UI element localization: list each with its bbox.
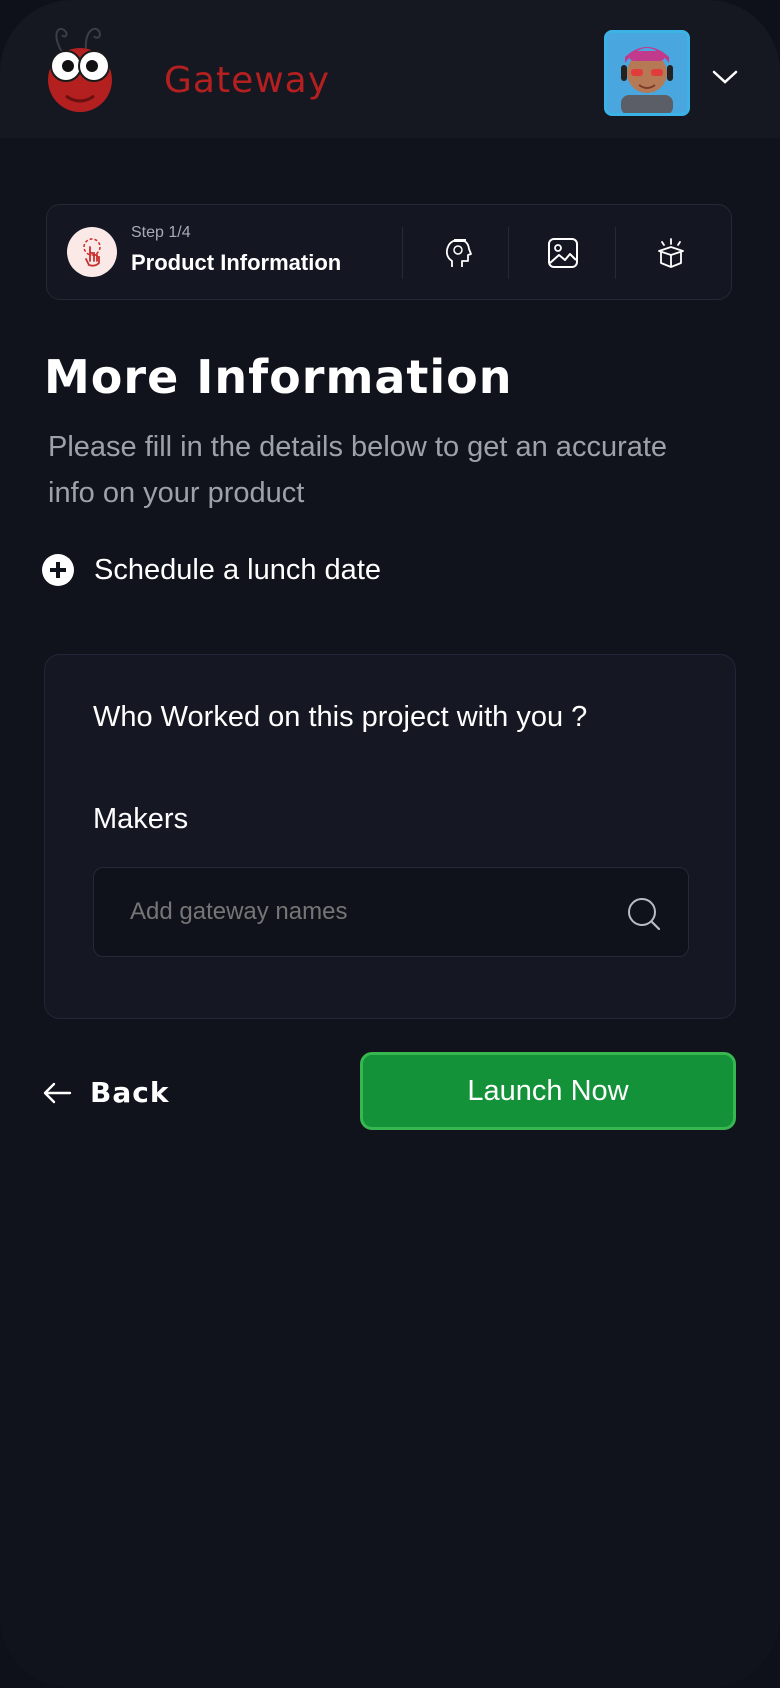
gateway-logo[interactable]: Gateway: [40, 22, 329, 118]
divider: [615, 227, 616, 279]
ant-mascot-icon: [48, 27, 112, 112]
touch-icon[interactable]: [67, 227, 117, 277]
page-title: More Information: [44, 350, 513, 404]
image-icon[interactable]: [545, 235, 581, 271]
makers-input[interactable]: [130, 898, 610, 926]
makers-label: Makers: [93, 803, 189, 835]
package-icon[interactable]: [653, 235, 689, 271]
divider: [402, 227, 403, 279]
user-avatar[interactable]: [604, 30, 690, 116]
current-step-title: Product Information: [131, 250, 342, 275]
page-subtitle: Please fill in the details below to get …: [48, 431, 668, 509]
plus-circle-icon: [42, 554, 74, 586]
step-counter: Step 1/4: [131, 224, 191, 241]
collaborators-card: Who Worked on this project with you ? Ma…: [44, 654, 736, 1019]
arrow-left-icon: [43, 1082, 72, 1103]
collaborators-question: Who Worked on this project with you ?: [93, 701, 588, 733]
search-icon[interactable]: [626, 896, 662, 932]
brand-name: Gateway: [164, 60, 331, 101]
chevron-down-icon[interactable]: [710, 62, 740, 92]
schedule-lunch-button[interactable]: Schedule a lunch date: [42, 552, 381, 588]
progress-stepper: Step 1/4 Product Information: [46, 204, 732, 300]
mind-icon[interactable]: [440, 235, 476, 271]
divider: [508, 227, 509, 279]
back-label: Back: [90, 1076, 170, 1109]
avatar-illustration: [607, 33, 687, 113]
launch-now-button[interactable]: Launch Now: [360, 1052, 736, 1130]
makers-search-field[interactable]: [93, 867, 689, 957]
app-screen: Gateway Step 1/4 Product Information Mor…: [0, 0, 780, 1688]
back-button[interactable]: Back: [42, 1076, 169, 1109]
schedule-lunch-label: Schedule a lunch date: [94, 553, 381, 586]
top-bar: Gateway: [0, 0, 780, 138]
